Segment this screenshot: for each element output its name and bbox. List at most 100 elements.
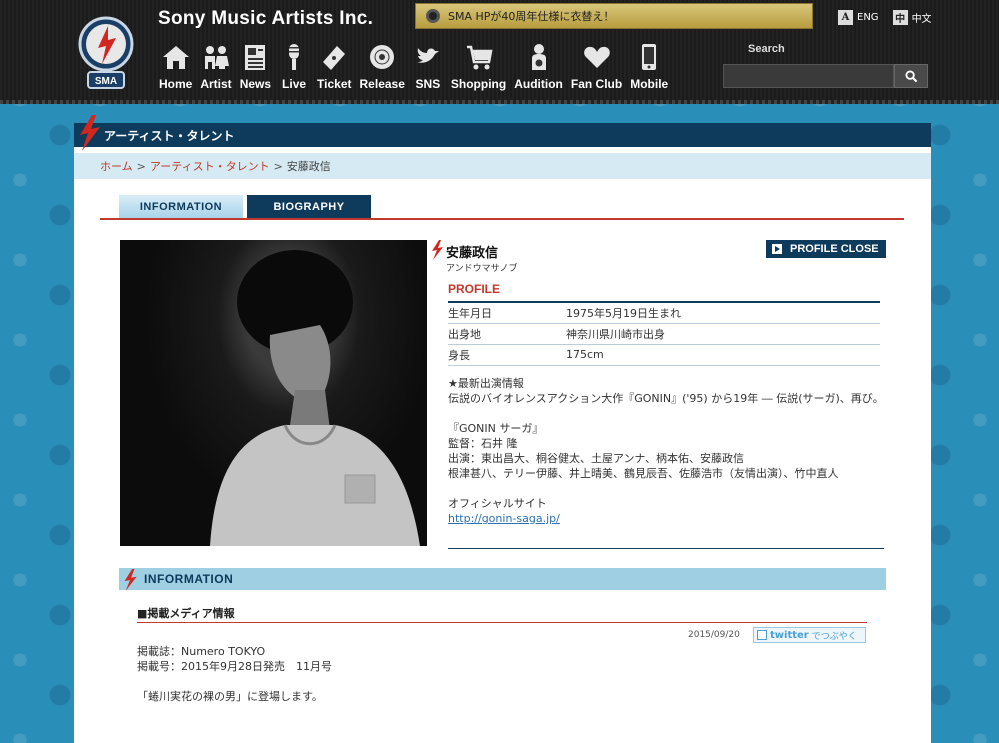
nav-artist-label: Artist <box>200 77 232 91</box>
profile-key: 生年月日 <box>448 302 566 324</box>
official-site-link[interactable]: http://gonin-saga.jp/ <box>448 512 560 525</box>
logo-text: SMA <box>95 76 117 87</box>
twitter-bird-icon <box>416 48 439 63</box>
artist-icon <box>205 46 230 69</box>
site-header: SMA Sony Music Artists Inc. SMA HPが40周年仕… <box>0 0 999 104</box>
news-icon <box>245 45 266 70</box>
nav-shopping[interactable]: Shopping <box>447 42 510 96</box>
tweet-label: twitter <box>770 629 809 641</box>
lightning-bolt-icon <box>80 115 100 151</box>
nav-ticket[interactable]: Ticket <box>313 42 355 96</box>
nav-mobile[interactable]: Mobile <box>626 42 672 96</box>
profile-heading: PROFILE <box>448 282 501 296</box>
nav-ticket-label: Ticket <box>317 77 352 91</box>
header-stripe <box>0 100 999 104</box>
nav-news-label: News <box>239 77 272 91</box>
disc-icon <box>370 45 395 69</box>
breadcrumb-home[interactable]: ホーム <box>100 158 133 174</box>
home-icon <box>162 46 189 69</box>
nav-mobile-label: Mobile <box>630 77 669 91</box>
nav-release-label: Release <box>359 77 405 91</box>
news-line: 伝説のバイオレンスアクション大作『GONIN』('95) から19年 ― 伝説(… <box>448 392 884 405</box>
cart-icon <box>466 45 493 70</box>
language-switcher: A ENG 中 中文 <box>838 10 932 25</box>
tab-biography[interactable]: BIOGRAPHY <box>247 195 371 218</box>
lang-english[interactable]: A ENG <box>838 10 879 25</box>
play-arrow-icon <box>772 244 782 254</box>
search-button[interactable] <box>894 64 928 88</box>
breadcrumb-separator: > <box>273 159 283 173</box>
nav-audition-label: Audition <box>514 77 563 91</box>
profile-divider <box>448 548 884 549</box>
news-line: 出演：東出昌大、桐谷健太、土屋アンナ、柄本佑、安藤政信 <box>448 452 745 465</box>
table-row: 生年月日 1975年5月19日生まれ <box>448 302 880 324</box>
artist-kana: アンドウマサノブ <box>446 264 518 274</box>
phone-icon <box>642 44 657 70</box>
announcement-banner[interactable]: SMA HPが40周年仕様に衣替え！ <box>415 3 813 29</box>
english-icon: A <box>838 10 853 25</box>
news-line: 根津甚八、テリー伊藤、井上晴美、鶴見辰吾、佐藤浩市（友情出演）、竹中直人 <box>448 467 839 480</box>
post-date: 2015/09/20 <box>688 630 740 640</box>
nav-sns[interactable]: SNS <box>409 42 447 96</box>
media-info-body: 掲載誌：Numero TOKYO 掲載号：2015年9月28日発売 11月号 「… <box>137 644 332 704</box>
person-icon <box>531 44 546 70</box>
news-line: オフィシャルサイト <box>448 497 547 510</box>
breadcrumb-separator: > <box>136 159 146 173</box>
sma-logo[interactable]: SMA <box>78 14 134 96</box>
media-line-text: 掲載誌：Numero TOKYO <box>137 645 266 658</box>
lang-english-label: ENG <box>857 12 879 23</box>
main-content: アーティスト・タレント ホーム > アーティスト・タレント > 安藤政信 INF… <box>74 115 931 743</box>
nav-home[interactable]: Home <box>155 42 196 96</box>
nav-fanclub-label: Fan Club <box>570 77 623 91</box>
profile-close-label: PROFILE CLOSE <box>790 243 879 255</box>
nav-audition[interactable]: Audition <box>510 42 567 96</box>
nav-live[interactable]: Live <box>275 42 313 96</box>
info-bolt-icon <box>124 569 137 591</box>
table-row: 出身地 神奈川県川崎市出身 <box>448 323 880 345</box>
site-title[interactable]: Sony Music Artists Inc. <box>158 8 373 30</box>
lang-chinese-label: 中文 <box>911 14 932 25</box>
profile-table: 生年月日 1975年5月19日生まれ 出身地 神奈川県川崎市出身 身長 175c… <box>448 301 880 366</box>
breadcrumb-section[interactable]: アーティスト・タレント <box>150 158 270 174</box>
media-line-text: 掲載号：2015年9月28日発売 11月号 <box>137 660 332 673</box>
tab-information[interactable]: INFORMATION <box>119 195 243 218</box>
media-line-text <box>137 674 332 689</box>
news-line <box>448 406 888 421</box>
artist-photo <box>120 240 427 546</box>
breadcrumb: ホーム > アーティスト・タレント > 安藤政信 <box>74 153 931 179</box>
tweet-sub-label: でつぶやく <box>811 631 857 642</box>
nav-news[interactable]: News <box>236 42 275 96</box>
twitter-icon <box>757 630 767 640</box>
name-bolt-icon <box>432 240 443 260</box>
breadcrumb-current: 安藤政信 <box>286 160 331 173</box>
nav-shopping-label: Shopping <box>450 77 507 91</box>
artist-name: 安藤政信 <box>446 246 499 261</box>
profile-value: 1975年5月19日生まれ <box>566 302 880 324</box>
microphone-icon <box>289 44 300 70</box>
nav-fanclub[interactable]: Fan Club <box>567 42 626 96</box>
nav-release[interactable]: Release <box>356 42 409 96</box>
nav-live-label: Live <box>282 77 307 91</box>
latest-appearance-info: ★最新出演情報 伝説のバイオレンスアクション大作『GONIN』('95) から1… <box>448 376 888 526</box>
ticket-icon <box>323 46 346 70</box>
nav-home-label: Home <box>159 77 193 91</box>
nav-artist[interactable]: Artist <box>196 42 235 96</box>
news-line: 監督：石井 隆 <box>448 437 518 450</box>
tweet-button[interactable]: twitter でつぶやく <box>753 627 866 643</box>
news-line: ★最新出演情報 <box>448 377 524 390</box>
information-bar: INFORMATION <box>119 568 886 590</box>
tab-bar: INFORMATION BIOGRAPHY <box>119 195 371 218</box>
media-info-title: ■掲載メディア情報 <box>137 607 235 620</box>
main-nav: Home Artist News Live Ticket Release SNS <box>155 42 672 96</box>
lang-chinese[interactable]: 中 中文 <box>892 10 932 25</box>
profile-value: 175cm <box>566 344 880 366</box>
profile-close-button[interactable]: PROFILE CLOSE <box>766 240 886 258</box>
nav-sns-label: SNS <box>415 77 441 91</box>
announcement-text: SMA HPが40周年仕様に衣替え！ <box>448 10 615 23</box>
section-title: アーティスト・タレント <box>104 128 235 143</box>
media-divider <box>137 622 867 623</box>
media-line-text: 「蜷川実花の裸の男」に登場します。 <box>137 690 323 703</box>
table-row: 身長 175cm <box>448 344 880 366</box>
news-line <box>448 481 888 496</box>
search-input[interactable] <box>723 64 894 88</box>
